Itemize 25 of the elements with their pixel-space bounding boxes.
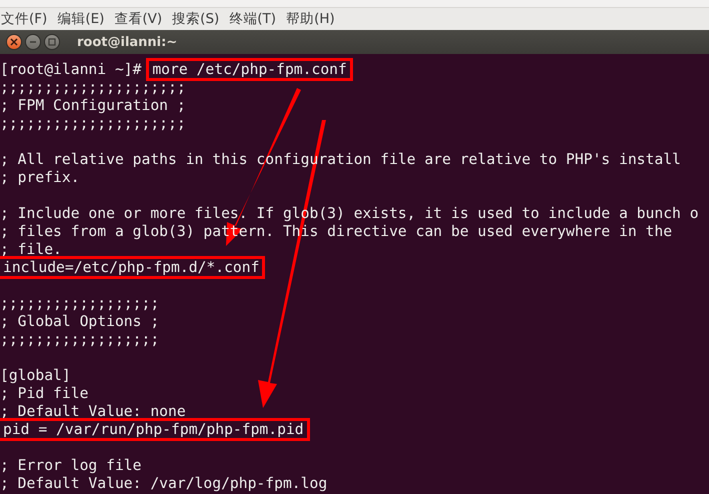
window-title: root@ilanni:~ <box>77 34 178 50</box>
terminal-line: ; Default Value: none <box>0 403 186 420</box>
menu-item[interactable]: 帮助(H) <box>285 10 342 28</box>
terminal-line: [global] <box>0 367 71 384</box>
terminal-line: ; Global Options ; <box>0 313 160 330</box>
terminal-line: ;;;;;;;;;;;;;;;;;;;;; <box>0 79 186 96</box>
terminal-line: ; prefix. <box>0 169 80 186</box>
menu-item[interactable]: 终端(T) <box>228 10 284 28</box>
prompt-text: [root@ilanni ~]# <box>0 61 142 78</box>
menu-item[interactable]: 编辑(E) <box>56 10 112 28</box>
menu-item[interactable]: 文件(F) <box>0 10 54 28</box>
menu-item[interactable]: 查看(V) <box>113 10 170 28</box>
close-icon[interactable] <box>6 34 22 50</box>
terminal-line: ; Default Value: /var/log/php-fpm.log <box>0 475 328 492</box>
terminal-line: ; Error log file <box>0 457 142 474</box>
minimize-icon[interactable] <box>25 34 41 50</box>
menu-item[interactable]: 搜索(S) <box>171 10 226 28</box>
maximize-icon[interactable] <box>44 34 60 50</box>
command-text: more /etc/php-fpm.conf <box>146 58 353 81</box>
terminal-line: ;;;;;;;;;;;;;;;;;; <box>0 331 160 348</box>
terminal-line: ;;;;;;;;;;;;;;;;;; <box>0 295 160 312</box>
terminal-line: ; file. <box>0 241 62 258</box>
terminal-line: ;;;;;;;;;;;;;;;;;;;;; <box>0 115 186 132</box>
terminal-line: ; FPM Configuration ; <box>0 97 186 114</box>
terminal-line: ; Pid file <box>0 385 88 402</box>
